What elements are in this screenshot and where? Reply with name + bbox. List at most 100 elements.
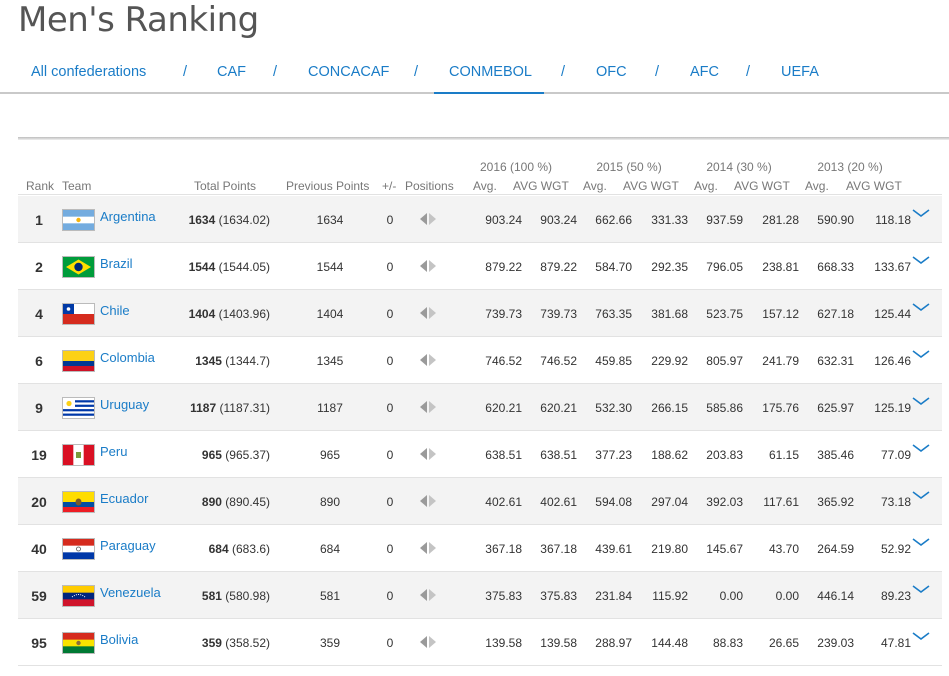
- previous-points: 1404: [316, 307, 344, 321]
- avg-wgt-2016: 746.52: [540, 354, 577, 368]
- avg-2014: 0.00: [719, 589, 743, 603]
- total-points: 965 (965.37): [168, 448, 270, 462]
- chevron-down-icon[interactable]: [911, 442, 931, 456]
- table-row: 6 Colombia 1345 (1344.7) 1345 0 746.52 746.52 4…: [18, 337, 942, 384]
- active-tab-indicator: [434, 92, 544, 94]
- team-link[interactable]: Uruguay: [100, 397, 149, 412]
- positions-arrows-icon: [420, 542, 436, 554]
- tab-caf[interactable]: CAF: [217, 64, 246, 80]
- peru-flag-icon: [62, 444, 95, 466]
- avg-2016: 739.73: [485, 307, 522, 321]
- tab-afc[interactable]: AFC: [690, 64, 719, 80]
- column-header-avg-wgt-2013: AVG WGT: [846, 179, 902, 193]
- avg-2015: 584.70: [595, 260, 632, 274]
- avg-2015: 377.23: [595, 448, 632, 462]
- avg-2015: 231.84: [595, 589, 632, 603]
- chevron-down-icon[interactable]: [911, 630, 931, 644]
- table-row: 95 Bolivia 359 (358.52) 359 0 139.58 139.58 288…: [18, 619, 942, 666]
- plus-minus: 0: [386, 307, 394, 321]
- avg-wgt-2016: 620.21: [540, 401, 577, 415]
- avg-wgt-2014: 238.81: [762, 260, 799, 274]
- avg-wgt-2014: 61.15: [768, 448, 799, 462]
- avg-2016: 746.52: [485, 354, 522, 368]
- previous-points: 1634: [316, 213, 344, 227]
- team-link[interactable]: Peru: [100, 444, 127, 459]
- chevron-down-icon[interactable]: [911, 207, 931, 221]
- total-points-rounded: 581: [201, 589, 222, 603]
- total-points-rounded: 1187: [190, 401, 217, 415]
- chevron-down-icon[interactable]: [911, 254, 931, 268]
- avg-wgt-2014: 43.70: [768, 542, 799, 556]
- avg-2016: 375.83: [485, 589, 522, 603]
- tab-all-confederations[interactable]: All confederations: [31, 64, 146, 80]
- avg-wgt-2014: 281.28: [762, 213, 799, 227]
- avg-2016: 903.24: [485, 213, 522, 227]
- total-points-rounded: 1404: [188, 307, 216, 321]
- avg-2014: 145.67: [706, 542, 743, 556]
- chevron-down-icon[interactable]: [911, 301, 931, 315]
- chevron-down-icon[interactable]: [911, 583, 931, 597]
- chevron-down-icon[interactable]: [911, 395, 931, 409]
- previous-points: 684: [319, 542, 341, 556]
- chevron-down-icon[interactable]: [911, 536, 931, 550]
- previous-points: 1187: [317, 401, 343, 415]
- bolivia-flag-icon: [62, 632, 95, 654]
- column-header-rank: Rank: [26, 179, 55, 193]
- column-header-previous-points: Previous Points: [286, 179, 370, 193]
- team-link[interactable]: Colombia: [100, 350, 155, 365]
- team-link[interactable]: Argentina: [100, 209, 156, 224]
- plus-minus: 0: [386, 589, 394, 603]
- avg-2015: 662.66: [595, 213, 632, 227]
- avg-wgt-2015: 331.33: [651, 213, 688, 227]
- positions-arrows-icon: [420, 354, 436, 366]
- team-link[interactable]: Paraguay: [100, 538, 156, 553]
- column-header-avg-2013: Avg.: [805, 179, 829, 193]
- avg-wgt-2015: 292.35: [651, 260, 688, 274]
- tab-uefa[interactable]: UEFA: [781, 64, 819, 80]
- avg-2013: 627.18: [817, 307, 854, 321]
- team-link[interactable]: Bolivia: [100, 632, 138, 647]
- total-points-exact: (965.37): [225, 448, 270, 462]
- team-link[interactable]: Venezuela: [100, 585, 161, 600]
- tab-ofc[interactable]: OFC: [596, 64, 627, 80]
- total-points-rounded: 1544: [188, 260, 216, 274]
- ecuador-flag-icon: [62, 491, 95, 513]
- positions-arrows-icon: [420, 260, 436, 272]
- total-points: 1345 (1344.7): [168, 354, 270, 368]
- avg-wgt-2013: 125.19: [874, 401, 911, 415]
- total-points-exact: (1344.7): [225, 354, 270, 368]
- avg-2013: 625.97: [817, 401, 854, 415]
- page-title: Men's Ranking: [18, 0, 259, 40]
- section-divider: [18, 137, 949, 140]
- positions-arrows-icon: [420, 495, 436, 507]
- avg-2013: 668.33: [817, 260, 854, 274]
- paraguay-flag-icon: [62, 538, 95, 560]
- avg-wgt-2013: 52.92: [880, 542, 911, 556]
- team-link[interactable]: Chile: [100, 303, 130, 318]
- team-link[interactable]: Ecuador: [100, 491, 148, 506]
- chevron-down-icon[interactable]: [911, 489, 931, 503]
- avg-2013: 446.14: [817, 589, 854, 603]
- argentina-flag-icon: [62, 209, 95, 231]
- chevron-down-icon[interactable]: [911, 348, 931, 362]
- tab-concacaf[interactable]: CONCACAF: [308, 64, 389, 80]
- previous-points: 581: [319, 589, 341, 603]
- positions-arrows-icon: [420, 401, 436, 413]
- table-row: 1 Argentina 1634 (1634.02) 1634 0 903.24 903.2…: [18, 196, 942, 243]
- tab-conmebol[interactable]: CONMEBOL: [449, 64, 532, 80]
- rank-value: 20: [31, 494, 47, 510]
- year-header-2014: 2014 (30 %): [706, 160, 772, 174]
- rank-value: 2: [35, 259, 43, 275]
- table-row: 59 Venezuela 581 (580.98) 581 0 375.83 375.83 2…: [18, 572, 942, 619]
- positions-arrows-icon: [420, 636, 436, 648]
- chile-flag-icon: [62, 303, 95, 325]
- avg-wgt-2015: 297.04: [651, 495, 688, 509]
- avg-2015: 532.30: [595, 401, 632, 415]
- avg-2014: 392.03: [706, 495, 743, 509]
- plus-minus: 0: [386, 495, 394, 509]
- total-points-exact: (890.45): [225, 495, 270, 509]
- plus-minus: 0: [386, 636, 394, 650]
- avg-2013: 385.46: [817, 448, 854, 462]
- team-link[interactable]: Brazil: [100, 256, 133, 271]
- rank-value: 95: [31, 635, 47, 651]
